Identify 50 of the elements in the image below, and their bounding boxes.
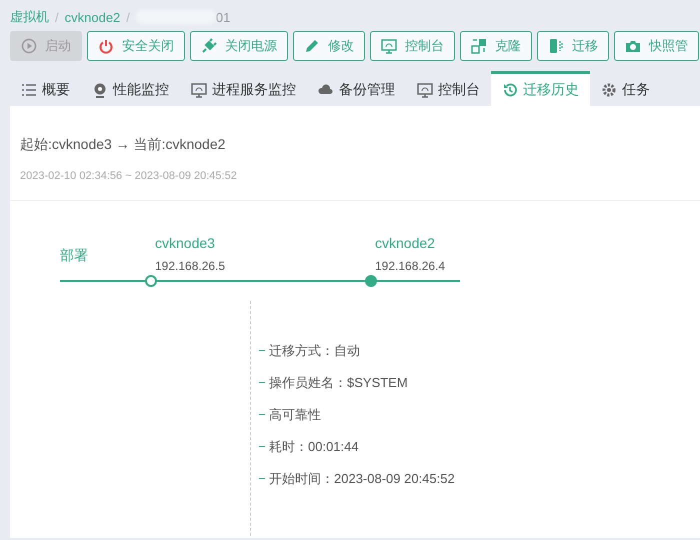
monitor-icon bbox=[381, 38, 397, 54]
toolbar-button[interactable]: 关闭电源 bbox=[190, 31, 288, 61]
breadcrumb-separator: / bbox=[126, 10, 130, 24]
clone-icon bbox=[471, 38, 487, 54]
toolbar-button[interactable]: 修改 bbox=[293, 31, 365, 61]
detail-text: 高可靠性 bbox=[269, 406, 321, 424]
webcam-icon bbox=[92, 82, 108, 98]
migration-title: 起始:cvknode3 → 当前:cvknode2 bbox=[20, 136, 226, 154]
list-icon bbox=[21, 82, 37, 98]
toolbar-button[interactable]: 迁移 bbox=[537, 31, 609, 61]
breadcrumb-link[interactable]: 虚拟机 bbox=[10, 8, 49, 26]
time-range: 2023-02-10 02:34:56 ~ 2023-08-09 20:45:52 bbox=[20, 170, 238, 182]
toolbar-button[interactable]: 安全关闭 bbox=[87, 31, 185, 61]
dash-mark bbox=[259, 446, 265, 447]
monitor-icon bbox=[417, 82, 433, 98]
dash-mark bbox=[259, 350, 265, 351]
tab[interactable]: 进程服务监控 bbox=[180, 71, 307, 106]
history-icon bbox=[502, 82, 518, 98]
breadcrumb-link[interactable]: cvknode2 bbox=[64, 10, 120, 24]
ip-address: 192.168.26.5 bbox=[155, 259, 226, 273]
toolbar-button[interactable]: 控制台 bbox=[370, 31, 455, 61]
play-icon bbox=[21, 38, 37, 54]
tab[interactable]: 任务 bbox=[590, 71, 661, 106]
dash-mark bbox=[259, 414, 265, 415]
host-name: cvknode3 bbox=[155, 235, 216, 251]
host-name: cvknode2 bbox=[375, 235, 436, 251]
ip-address: 192.168.26.4 bbox=[375, 259, 446, 273]
toolbar-button[interactable]: 克隆 bbox=[460, 31, 532, 61]
detail-text: 操作员姓名：$SYSTEM bbox=[269, 374, 408, 392]
tab[interactable]: 性能监控 bbox=[81, 71, 180, 106]
toolbar-button[interactable]: 快照管 bbox=[614, 31, 699, 61]
detail-text: 迁移方式：自动 bbox=[269, 342, 360, 360]
pencil-icon bbox=[304, 38, 320, 54]
camera-icon bbox=[625, 38, 641, 54]
tab[interactable]: 概要 bbox=[10, 71, 81, 106]
tab[interactable]: 控制台 bbox=[406, 71, 491, 106]
breadcrumb-separator: / bbox=[55, 10, 59, 24]
detail-text: 开始时间：2023-08-09 20:45:52 bbox=[269, 470, 455, 488]
dash-mark bbox=[259, 478, 265, 479]
plug-icon bbox=[201, 38, 217, 54]
monitor-icon bbox=[191, 82, 207, 98]
power-icon bbox=[98, 38, 114, 54]
dash-mark bbox=[259, 382, 265, 383]
breadcrumb-item: 01 bbox=[216, 10, 230, 24]
tab[interactable]: 迁移历史 bbox=[491, 71, 590, 106]
gear-icon bbox=[601, 82, 617, 98]
tab[interactable]: 备份管理 bbox=[307, 71, 406, 106]
phone-icon bbox=[548, 38, 564, 54]
stage-label: 部署 bbox=[60, 247, 88, 265]
detail-text: 耗时：00:01:44 bbox=[269, 438, 359, 456]
